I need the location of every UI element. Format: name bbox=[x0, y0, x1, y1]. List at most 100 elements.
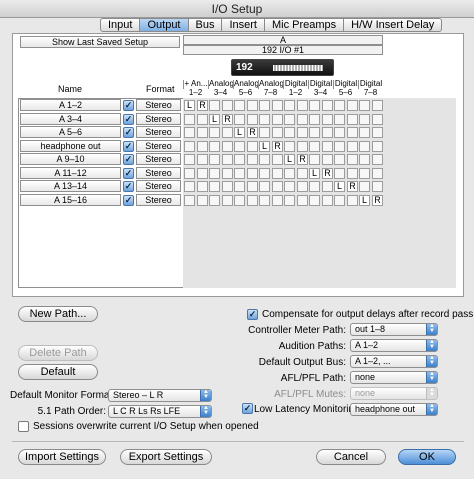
meter-path-select[interactable]: out 1–8 ▲ ▼ bbox=[350, 323, 438, 336]
default-button[interactable]: Default bbox=[18, 364, 98, 380]
grid-cell[interactable] bbox=[297, 141, 308, 152]
compensate-checkbox[interactable]: ✓ bbox=[247, 309, 258, 320]
export-settings-button[interactable]: Export Settings bbox=[120, 449, 212, 465]
path-name-field[interactable]: A 11–12 bbox=[20, 167, 121, 179]
grid-cell[interactable] bbox=[272, 100, 283, 111]
grid-cell[interactable] bbox=[259, 127, 270, 138]
grid-cell[interactable] bbox=[272, 195, 283, 206]
grid-cell[interactable]: R bbox=[372, 195, 383, 206]
grid-cell[interactable] bbox=[297, 114, 308, 125]
tab-mic-preamps[interactable]: Mic Preamps bbox=[264, 18, 345, 32]
grid-cell[interactable] bbox=[347, 168, 358, 179]
delete-path-button[interactable]: Delete Path bbox=[18, 345, 98, 361]
grid-cell[interactable] bbox=[247, 141, 258, 152]
grid-cell[interactable] bbox=[322, 141, 333, 152]
tab-h-w-insert-delay[interactable]: H/W Insert Delay bbox=[344, 18, 443, 32]
grid-cell[interactable] bbox=[347, 195, 358, 206]
grid-cell[interactable] bbox=[297, 195, 308, 206]
low-latency-select[interactable]: headphone out ▲ ▼ bbox=[350, 403, 438, 416]
grid-cell[interactable] bbox=[222, 168, 233, 179]
grid-cell[interactable] bbox=[209, 100, 220, 111]
grid-cell[interactable] bbox=[372, 141, 383, 152]
grid-cell[interactable] bbox=[222, 195, 233, 206]
grid-cell[interactable] bbox=[284, 181, 295, 192]
grid-cell[interactable] bbox=[197, 127, 208, 138]
new-path-button[interactable]: New Path... bbox=[18, 306, 98, 322]
grid-cell[interactable] bbox=[259, 168, 270, 179]
grid-cell[interactable] bbox=[197, 181, 208, 192]
grid-cell[interactable] bbox=[347, 127, 358, 138]
grid-cell[interactable] bbox=[234, 195, 245, 206]
grid-cell[interactable] bbox=[372, 127, 383, 138]
grid-cell[interactable] bbox=[222, 127, 233, 138]
grid-cell[interactable]: R bbox=[247, 127, 258, 138]
grid-cell[interactable] bbox=[209, 154, 220, 165]
grid-cell[interactable] bbox=[359, 127, 370, 138]
grid-cell[interactable]: L bbox=[234, 127, 245, 138]
grid-cell[interactable] bbox=[259, 181, 270, 192]
path-active-checkbox[interactable]: ✓ bbox=[123, 100, 134, 111]
grid-cell[interactable] bbox=[309, 141, 320, 152]
grid-cell[interactable] bbox=[247, 100, 258, 111]
grid-cell[interactable] bbox=[272, 154, 283, 165]
ok-button[interactable]: OK bbox=[398, 449, 456, 465]
path-format-field[interactable]: Stereo bbox=[136, 140, 181, 152]
grid-cell[interactable] bbox=[184, 127, 195, 138]
grid-cell[interactable] bbox=[259, 154, 270, 165]
path-format-field[interactable]: Stereo bbox=[136, 126, 181, 138]
path-active-checkbox[interactable]: ✓ bbox=[123, 168, 134, 179]
path-name-field[interactable]: A 3–4 bbox=[20, 113, 121, 125]
grid-cell[interactable] bbox=[322, 127, 333, 138]
tab-insert[interactable]: Insert bbox=[222, 18, 265, 32]
grid-cell[interactable] bbox=[359, 100, 370, 111]
grid-cell[interactable] bbox=[247, 154, 258, 165]
grid-cell[interactable] bbox=[209, 141, 220, 152]
tab-bus[interactable]: Bus bbox=[188, 18, 223, 32]
grid-cell[interactable] bbox=[297, 168, 308, 179]
path-active-checkbox[interactable]: ✓ bbox=[123, 141, 134, 152]
grid-cell[interactable] bbox=[209, 181, 220, 192]
path-active-checkbox[interactable]: ✓ bbox=[123, 195, 134, 206]
grid-cell[interactable] bbox=[347, 154, 358, 165]
low-latency-checkbox[interactable]: ✓ bbox=[242, 403, 253, 414]
grid-cell[interactable] bbox=[372, 181, 383, 192]
path-order-select[interactable]: L C R Ls Rs LFE ▲ ▼ bbox=[108, 405, 212, 418]
grid-cell[interactable] bbox=[309, 100, 320, 111]
grid-cell[interactable] bbox=[284, 114, 295, 125]
grid-cell[interactable] bbox=[184, 168, 195, 179]
grid-cell[interactable] bbox=[184, 181, 195, 192]
grid-cell[interactable] bbox=[247, 195, 258, 206]
grid-cell[interactable] bbox=[334, 114, 345, 125]
grid-cell[interactable] bbox=[334, 168, 345, 179]
grid-cell[interactable] bbox=[347, 141, 358, 152]
grid-cell[interactable] bbox=[309, 195, 320, 206]
grid-cell[interactable] bbox=[334, 100, 345, 111]
show-last-saved-button[interactable]: Show Last Saved Setup bbox=[20, 36, 180, 48]
grid-cell[interactable] bbox=[372, 114, 383, 125]
audition-paths-select[interactable]: A 1–2 ▲ ▼ bbox=[350, 339, 438, 352]
grid-cell[interactable] bbox=[197, 154, 208, 165]
path-name-field[interactable]: A 5–6 bbox=[20, 126, 121, 138]
grid-cell[interactable] bbox=[184, 154, 195, 165]
grid-cell[interactable] bbox=[197, 141, 208, 152]
grid-cell[interactable] bbox=[372, 154, 383, 165]
grid-cell[interactable] bbox=[259, 114, 270, 125]
sessions-overwrite-checkbox[interactable] bbox=[18, 421, 29, 432]
grid-cell[interactable] bbox=[309, 127, 320, 138]
path-format-field[interactable]: Stereo bbox=[136, 194, 181, 206]
grid-cell[interactable] bbox=[372, 100, 383, 111]
grid-cell[interactable] bbox=[309, 154, 320, 165]
grid-cell[interactable] bbox=[284, 100, 295, 111]
grid-cell[interactable] bbox=[222, 141, 233, 152]
grid-cell[interactable] bbox=[247, 114, 258, 125]
monitor-format-select[interactable]: Stereo – L R ▲ ▼ bbox=[108, 389, 212, 402]
grid-cell[interactable]: R bbox=[197, 100, 208, 111]
import-settings-button[interactable]: Import Settings bbox=[18, 449, 106, 465]
grid-cell[interactable] bbox=[359, 168, 370, 179]
grid-cell[interactable] bbox=[322, 195, 333, 206]
grid-cell[interactable]: R bbox=[222, 114, 233, 125]
grid-cell[interactable] bbox=[309, 114, 320, 125]
grid-cell[interactable] bbox=[272, 181, 283, 192]
grid-cell[interactable] bbox=[209, 168, 220, 179]
grid-cell[interactable] bbox=[284, 195, 295, 206]
